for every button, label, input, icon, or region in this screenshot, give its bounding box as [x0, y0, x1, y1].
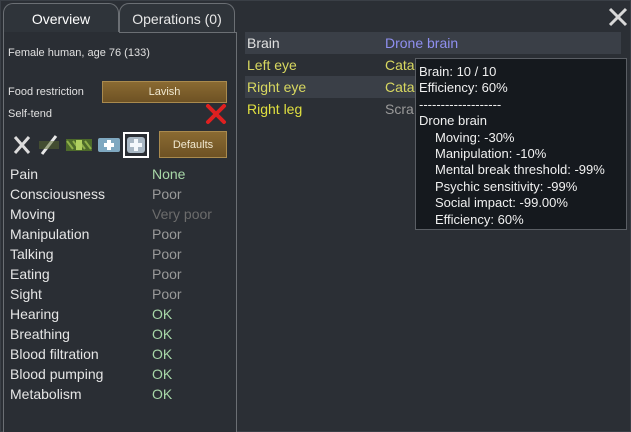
capacity-name: Blood pumping	[10, 366, 104, 382]
body-part-condition: Drone brain	[385, 35, 459, 51]
body-part-name: Right leg	[247, 101, 303, 117]
medicine-industrial-icon	[98, 138, 120, 152]
food-restriction-label: Food restriction	[8, 86, 84, 98]
capacity-row: Consciousness Poor	[10, 184, 230, 204]
food-restriction-button[interactable]: Lavish	[102, 81, 227, 103]
tooltip-line: Efficiency: 60%	[419, 80, 508, 96]
body-part-row[interactable]: Brain Drone brain	[245, 32, 621, 54]
capacity-name: Hearing	[10, 306, 60, 322]
capacity-name: Moving	[10, 206, 56, 222]
capacity-value: OK	[152, 386, 173, 402]
capacity-name: Manipulation	[10, 226, 90, 242]
capacity-value: Poor	[152, 266, 182, 282]
body-part-name: Right eye	[247, 79, 307, 95]
capacity-name: Sight	[10, 286, 42, 302]
tooltip-line: Manipulation: -10%	[435, 145, 547, 161]
tooltip-line: Drone brain	[419, 113, 487, 129]
body-part-condition: Scra	[385, 101, 414, 117]
care-herbal-button[interactable]	[65, 132, 93, 158]
tooltip-line: Moving: -30%	[435, 129, 515, 145]
slash-icon	[39, 135, 59, 155]
close-icon	[608, 7, 628, 27]
capacity-name: Consciousness	[10, 186, 105, 202]
capacity-value: Poor	[152, 286, 182, 302]
care-no-meds-button[interactable]	[37, 132, 61, 158]
tooltip-line: Psychic sensitivity: -99%	[435, 178, 578, 194]
capacity-row: Sight Poor	[10, 284, 230, 304]
body-part-name: Brain	[247, 35, 280, 51]
capacity-value: OK	[152, 366, 173, 382]
body-part-tooltip: Brain: 10 / 10 Efficiency: 60% ---------…	[415, 58, 627, 230]
body-part-name: Left eye	[247, 57, 297, 73]
capacities-list: Pain None Consciousness Poor Moving Very po…	[10, 164, 230, 404]
capacity-value: OK	[152, 346, 173, 362]
tooltip-line: -------------------	[419, 96, 502, 112]
capacity-name: Pain	[10, 166, 39, 182]
capacity-row: Eating Poor	[10, 264, 230, 284]
x-icon	[13, 136, 31, 154]
capacity-row: Breathing OK	[10, 324, 230, 344]
capacity-name: Breathing	[10, 326, 70, 342]
tooltip-line: Mental break threshold: -99%	[435, 162, 605, 178]
medicine-herbal-icon	[66, 139, 92, 151]
capacity-row: Blood pumping OK	[10, 364, 230, 384]
self-tend-toggle[interactable]	[205, 103, 227, 125]
capacity-row: Metabolism OK	[10, 384, 230, 404]
pawn-description: Female human, age 76 (133)	[8, 47, 150, 59]
capacity-row: Hearing OK	[10, 304, 230, 324]
capacity-row: Talking Poor	[10, 244, 230, 264]
care-no-care-button[interactable]	[11, 132, 33, 158]
care-industrial-button[interactable]	[97, 132, 121, 158]
body-part-condition: Cata	[385, 79, 415, 95]
tab-operations[interactable]: Operations (0)	[119, 3, 235, 33]
tooltip-line: Social impact: -99.00%	[435, 195, 568, 211]
medicine-glitter-icon	[127, 137, 145, 153]
red-x-icon	[206, 104, 226, 124]
capacity-name: Eating	[10, 266, 50, 282]
capacity-value: None	[152, 166, 186, 182]
capacity-row: Blood filtration OK	[10, 344, 230, 364]
capacity-value: OK	[152, 306, 173, 322]
capacity-name: Metabolism	[10, 386, 82, 402]
tooltip-line: Brain: 10 / 10	[419, 64, 497, 79]
capacity-value: Very poor	[152, 206, 212, 222]
capacity-row: Manipulation Poor	[10, 224, 230, 244]
capacity-value: OK	[152, 326, 173, 342]
tooltip-line: Efficiency: 60%	[435, 211, 524, 227]
medical-care-selector	[11, 132, 161, 158]
capacity-value: Poor	[152, 226, 182, 242]
body-part-condition: Cata	[385, 57, 415, 73]
defaults-button[interactable]: Defaults	[159, 131, 227, 158]
capacity-value: Poor	[152, 246, 182, 262]
self-tend-label: Self-tend	[8, 108, 53, 120]
capacity-name: Blood filtration	[10, 346, 99, 362]
capacity-value: Poor	[152, 186, 182, 202]
capacity-name: Talking	[10, 246, 54, 262]
capacity-row: Pain None	[10, 164, 230, 184]
care-glitterworld-button[interactable]	[123, 132, 149, 158]
tab-divider	[119, 32, 237, 33]
capacity-row: Moving Very poor	[10, 204, 230, 224]
close-button[interactable]	[607, 6, 629, 28]
tab-overview[interactable]: Overview	[3, 3, 119, 33]
health-window: Overview Operations (0) Female human, ag…	[0, 0, 631, 432]
